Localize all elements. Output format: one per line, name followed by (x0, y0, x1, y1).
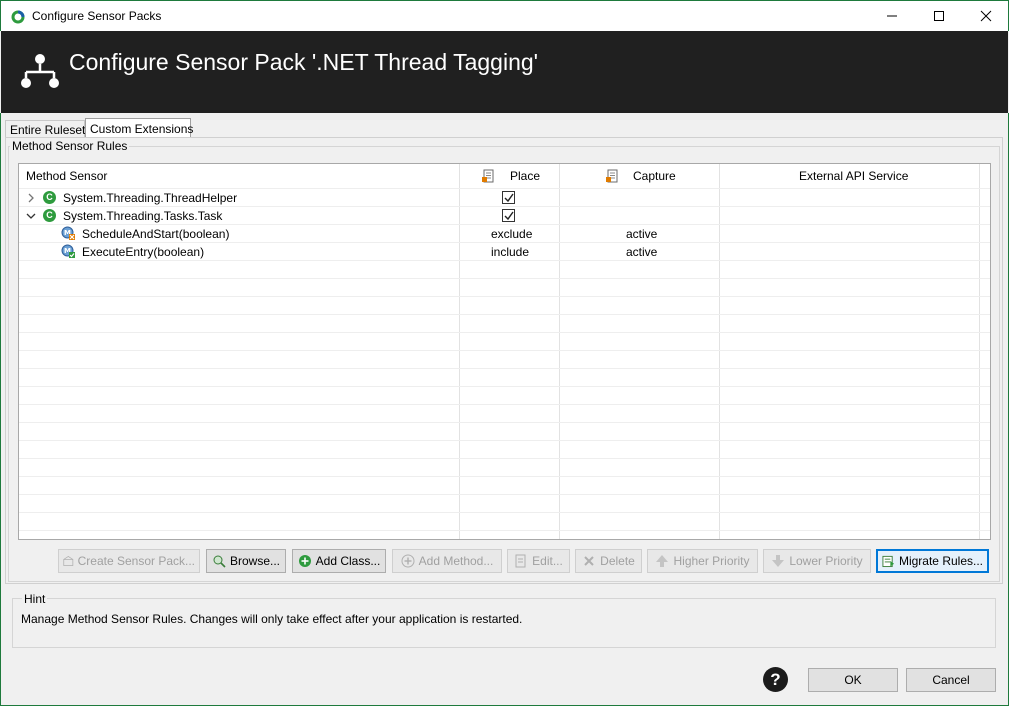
hierarchy-icon (21, 54, 59, 88)
edit-button[interactable]: Edit... (507, 549, 570, 573)
close-button[interactable] (963, 1, 1009, 31)
row-divider (19, 512, 990, 513)
row-divider (19, 476, 990, 477)
row-divider (19, 242, 990, 243)
delete-icon (584, 556, 594, 566)
method-excluded-icon: M (61, 226, 75, 240)
button-label: Delete (600, 554, 635, 568)
row-divider (19, 314, 990, 315)
edit-icon (515, 554, 526, 568)
capture-value: active (626, 245, 658, 259)
add-method-icon (401, 554, 415, 568)
row-divider (19, 494, 990, 495)
document-icon (482, 169, 494, 183)
app-icon (11, 10, 25, 24)
create-sensor-pack-button[interactable]: Create Sensor Pack... (58, 549, 200, 573)
place-value: include (491, 245, 530, 259)
row-divider (19, 350, 990, 351)
minimize-icon (887, 15, 897, 17)
column-separator (979, 164, 980, 539)
migrate-icon (882, 555, 895, 568)
tab-custom-extensions[interactable]: Custom Extensions (85, 118, 193, 138)
row-divider (19, 440, 990, 441)
sensor-pack-icon (63, 555, 74, 566)
maximize-icon (934, 11, 944, 21)
add-class-icon (298, 555, 311, 567)
tab-entire-ruleset[interactable]: Entire Ruleset (5, 120, 85, 138)
browse-icon (213, 555, 226, 568)
delete-button[interactable]: Delete (575, 549, 642, 573)
cancel-button[interactable]: Cancel (906, 668, 996, 692)
button-label: Edit... (532, 554, 563, 568)
help-icon: ? (770, 670, 781, 689)
method-sensor-name: ExecuteEntry(boolean) (82, 245, 205, 259)
header-banner: Configure Sensor Pack '.NET Thread Taggi… (1, 31, 1008, 113)
row-divider (19, 458, 990, 459)
arrow-down-icon (772, 555, 785, 567)
column-header-place[interactable]: Place (510, 169, 540, 183)
page-title: Configure Sensor Pack '.NET Thread Taggi… (69, 49, 539, 75)
checkmark-icon (504, 211, 514, 221)
method-sensor-name: System.Threading.Tasks.Task (63, 209, 223, 223)
button-label: Migrate Rules... (898, 554, 983, 568)
button-label: Higher Priority (673, 554, 750, 568)
higher-priority-button[interactable]: Higher Priority (647, 549, 758, 573)
class-icon: C (43, 209, 56, 222)
lower-priority-button[interactable]: Lower Priority (763, 549, 871, 573)
button-label: Browse... (229, 554, 280, 568)
ok-button[interactable]: OK (808, 668, 898, 692)
row-divider (19, 386, 990, 387)
row-divider (19, 278, 990, 279)
method-sensor-name: System.Threading.ThreadHelper (63, 191, 238, 205)
help-button[interactable]: ? (763, 667, 788, 692)
class-icon: C (43, 191, 56, 204)
button-label: Add Class... (315, 554, 381, 568)
row-divider (19, 188, 990, 189)
group-title: Method Sensor Rules (10, 139, 130, 153)
column-separator (559, 164, 560, 539)
document-icon (606, 169, 618, 183)
method-included-icon: M (61, 244, 75, 258)
maximize-button[interactable] (916, 1, 962, 31)
browse-button[interactable]: Browse... (206, 549, 286, 573)
button-label: Lower Priority (789, 554, 863, 568)
title-bar: Configure Sensor Packs (0, 0, 1009, 31)
window-title: Configure Sensor Packs (32, 9, 162, 23)
migrate-rules-button[interactable]: Migrate Rules... (876, 549, 989, 573)
button-label: Create Sensor Pack... (77, 554, 195, 568)
hint-title: Hint (22, 592, 48, 606)
button-label: Add Method... (418, 554, 494, 568)
column-separator (459, 164, 460, 539)
chevron-down-icon[interactable] (26, 211, 36, 221)
row-divider (19, 368, 990, 369)
row-divider (19, 260, 990, 261)
row-divider (19, 224, 990, 225)
close-icon (980, 10, 992, 22)
row-divider (19, 206, 990, 207)
minimize-button[interactable] (869, 1, 915, 31)
method-sensor-table[interactable]: Method Sensor Place Capture External API… (18, 163, 991, 540)
add-method-button[interactable]: Add Method... (392, 549, 502, 573)
row-divider (19, 296, 990, 297)
table-header: Method Sensor Place Capture External API… (19, 164, 990, 188)
hint-text: Manage Method Sensor Rules. Changes will… (21, 612, 523, 626)
place-checkbox[interactable] (502, 191, 515, 204)
row-divider (19, 332, 990, 333)
add-class-button[interactable]: Add Class... (292, 549, 386, 573)
column-header-method-sensor[interactable]: Method Sensor (26, 169, 107, 183)
checkmark-icon (504, 193, 514, 203)
row-divider (19, 404, 990, 405)
column-separator (719, 164, 720, 539)
place-value: exclude (491, 227, 533, 241)
place-checkbox[interactable] (502, 209, 515, 222)
chevron-right-icon[interactable] (26, 193, 36, 203)
column-header-external-api-service[interactable]: External API Service (799, 169, 908, 183)
arrow-up-icon (656, 555, 669, 567)
capture-value: active (626, 227, 658, 241)
method-sensor-name: ScheduleAndStart(boolean) (82, 227, 230, 241)
row-divider (19, 530, 990, 531)
row-divider (19, 422, 990, 423)
column-header-capture[interactable]: Capture (633, 169, 676, 183)
